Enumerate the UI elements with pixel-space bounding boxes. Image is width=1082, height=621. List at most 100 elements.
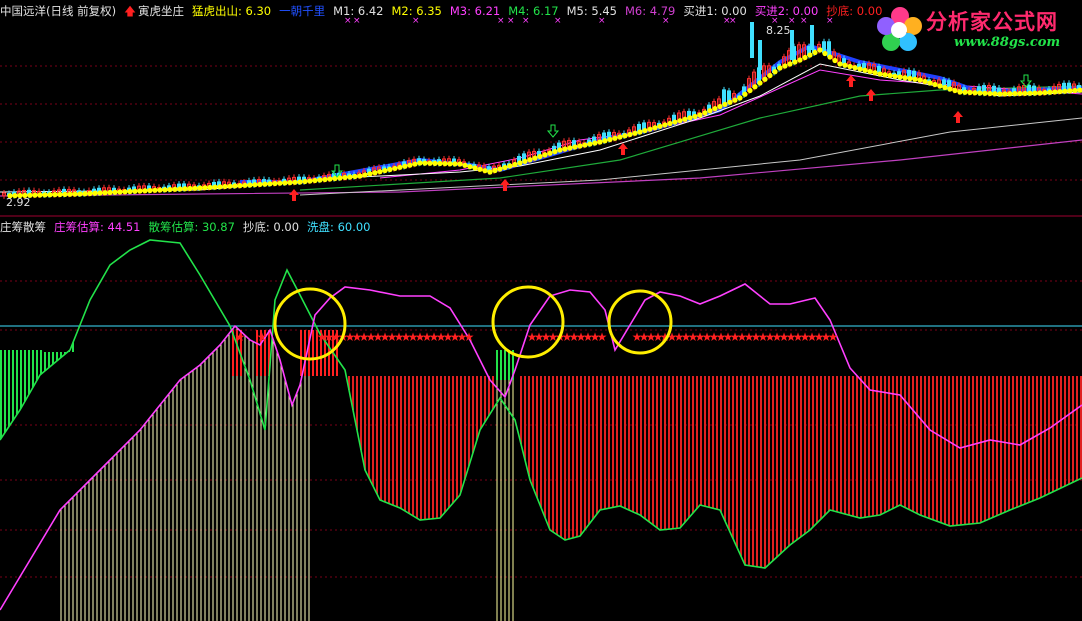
yellow-dot	[397, 164, 403, 170]
yellow-dot	[557, 147, 563, 153]
yellow-dot	[972, 90, 978, 96]
yellow-dot	[1037, 90, 1043, 96]
up-arrow-icon	[953, 111, 963, 123]
yellow-dot	[472, 165, 478, 171]
yellow-dot	[142, 188, 148, 194]
yellow-dot	[642, 127, 648, 134]
indicator-name[interactable]: 寅虎坐庄	[138, 4, 184, 18]
yellow-dot	[552, 149, 558, 155]
yellow-dot	[907, 75, 913, 82]
yellow-dot	[172, 186, 178, 192]
yellow-dot	[182, 186, 188, 192]
down-arrow-icon	[546, 124, 560, 138]
yellow-dot	[372, 170, 378, 176]
sub-indicator-name[interactable]: 庄筹散筹	[0, 220, 46, 234]
yellow-dot	[82, 191, 88, 197]
yellow-dot	[747, 87, 753, 94]
yellow-dot	[652, 125, 658, 131]
yellow-dot	[857, 66, 863, 72]
yellow-dot	[957, 89, 963, 95]
yellow-dot	[1022, 90, 1028, 96]
yellow-dot	[127, 188, 133, 195]
yellow-dot	[67, 191, 73, 197]
yellow-dot	[322, 176, 328, 183]
yellow-dot	[647, 126, 653, 132]
yellow-dot	[177, 186, 183, 192]
up-arrow-icon	[618, 143, 628, 155]
yellow-dot	[817, 47, 823, 53]
yellow-dot	[432, 160, 438, 166]
yellow-dot	[232, 183, 238, 189]
yellow-dot	[682, 116, 688, 122]
yellow-dot	[1067, 88, 1073, 94]
yellow-dot	[377, 169, 383, 175]
chart-canvas[interactable]: × × × × × × × × × ×× × × × × ★ ★ ★★★★★★★★★★★★★★★★★★★★★★…	[0, 0, 1082, 621]
scgs-value: 散筹估算: 30.87	[148, 220, 235, 234]
yellow-dot	[197, 185, 203, 191]
yellow-dot	[727, 99, 733, 105]
yellow-dot	[797, 57, 803, 63]
yellow-dot	[202, 185, 208, 191]
yellow-dot	[427, 160, 433, 166]
yellow-dot	[457, 161, 463, 167]
yellow-dot	[1057, 88, 1063, 95]
yellow-dot	[257, 181, 263, 187]
stock-name[interactable]: 中国远洋(日线 前复权)	[0, 4, 116, 18]
yellow-dot	[812, 49, 818, 56]
candle-body	[810, 25, 814, 50]
yellow-dot	[117, 189, 123, 195]
red-star: ★	[235, 330, 246, 344]
yellow-dot	[152, 187, 158, 193]
candle-body	[758, 40, 762, 70]
yellow-dot	[912, 76, 918, 82]
yellow-dot	[992, 91, 998, 97]
red-star: ★	[828, 330, 839, 344]
yellow-dot	[547, 150, 553, 156]
yellow-dot	[132, 188, 138, 194]
yellow-dot	[987, 90, 993, 97]
yellow-dot	[507, 163, 513, 169]
yellow-dot	[137, 188, 143, 194]
yellow-dot	[52, 192, 58, 198]
yellow-dot	[672, 119, 678, 125]
yellow-dot	[867, 68, 873, 75]
yellow-dot	[772, 69, 778, 75]
yellow-dot	[247, 182, 253, 188]
yellow-dot	[92, 190, 98, 196]
m2-value: M2: 6.35	[391, 4, 442, 18]
yellow-dot	[352, 173, 358, 180]
yellow-dot	[277, 180, 283, 186]
yellow-dot	[387, 166, 393, 173]
yellow-dot	[697, 112, 703, 118]
yellow-dot	[827, 54, 833, 60]
yellow-dot	[722, 101, 728, 107]
mhcs-value: 猛虎出山: 6.30	[191, 4, 272, 18]
up-arrow-icon	[866, 89, 876, 101]
up-arrow-icon	[289, 189, 299, 201]
high-price-label: 8.25	[766, 24, 791, 37]
yellow-dot	[587, 141, 593, 147]
m4-value: M4: 6.17	[508, 4, 559, 18]
yellow-dot	[792, 59, 798, 65]
yellow-dot	[752, 84, 758, 90]
yellow-dot	[757, 80, 763, 86]
yellow-dot	[737, 95, 743, 101]
yellow-dot	[872, 70, 878, 76]
yellow-dot	[1032, 90, 1038, 96]
yellow-dot	[692, 113, 698, 120]
yellow-dot	[392, 165, 398, 172]
yellow-dot	[492, 167, 498, 174]
yellow-dot	[57, 191, 63, 198]
yellow-dot	[687, 115, 693, 121]
yellow-dot	[107, 189, 113, 196]
candle-body	[750, 22, 754, 58]
logo-brand-text: 分析家公式网	[926, 10, 1058, 34]
yellow-dot	[217, 184, 223, 190]
logo-url-text: www.88gs.com	[954, 35, 1061, 50]
xp-value: 洗盘: 60.00	[307, 220, 371, 234]
yellow-dot	[342, 174, 348, 181]
yellow-dot	[537, 153, 543, 160]
yellow-dot	[297, 179, 303, 185]
indicator-panel[interactable]: ★ ★ ★★★★★★★★★★★★★★★★★★★★★★ ★★★★★★★★★★★ ★★★★★…	[0, 239, 1082, 621]
yellow-dot	[962, 89, 968, 95]
